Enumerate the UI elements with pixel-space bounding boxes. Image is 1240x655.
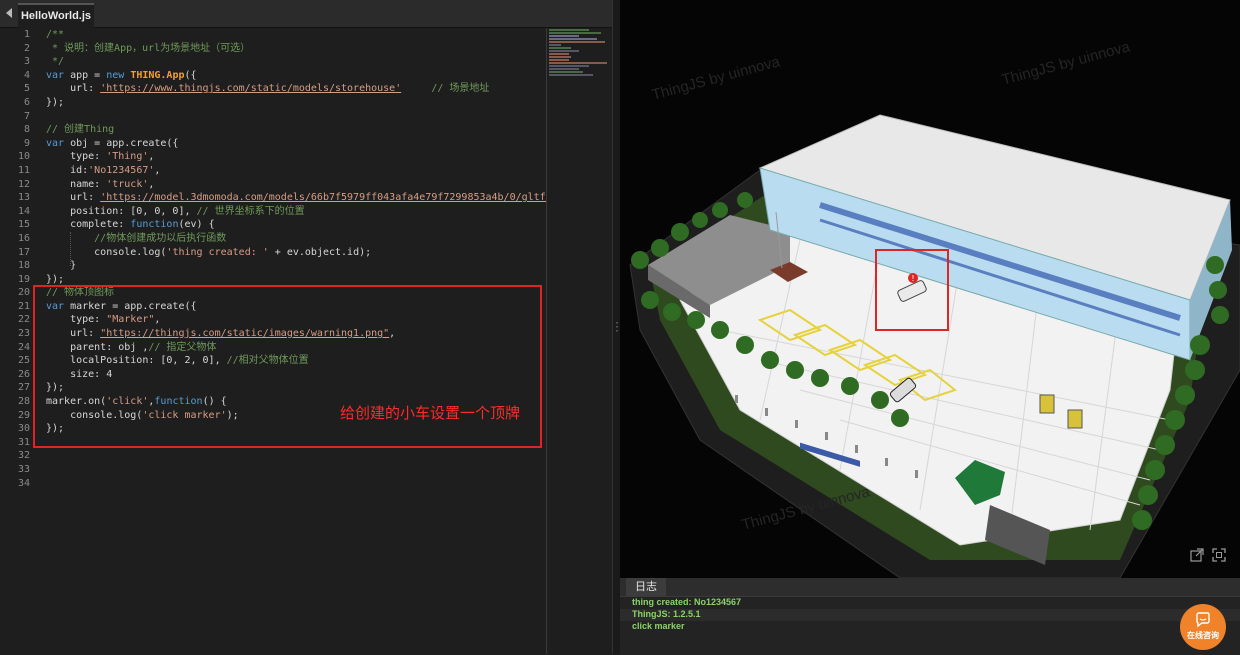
line-number: 34	[17, 477, 30, 489]
line-number: 27	[17, 382, 30, 394]
line-number: 1	[23, 29, 30, 40]
external-link-icon[interactable]	[1190, 548, 1204, 562]
code-line: }	[46, 260, 77, 272]
line-number: 12	[17, 178, 30, 190]
code-line: id:'No1234567',	[46, 164, 161, 176]
log-line: thing created: No1234567	[632, 597, 742, 607]
log-output: thing created: No1234567 ThingJS: 1.2.5.…	[620, 596, 1240, 655]
line-number: 11	[17, 164, 30, 176]
code-minimap[interactable]	[546, 28, 611, 654]
highlight-box	[33, 285, 542, 448]
code-line: url: 'https://www.thingjs.com/static/mod…	[46, 83, 490, 95]
line-number: 20	[17, 287, 30, 299]
code-line: complete: function(ev) {	[46, 219, 215, 231]
log-line: ThingJS: 1.2.5.1	[620, 609, 1240, 621]
line-number: 6	[23, 96, 30, 108]
line-number: 21	[17, 300, 30, 312]
line-number: 30	[17, 423, 30, 435]
line-number: 5	[23, 83, 30, 95]
code-line: */	[46, 56, 65, 68]
online-consult-label: 在线咨询	[1187, 631, 1219, 640]
line-number: 4	[23, 69, 30, 81]
line-number: 19	[17, 273, 30, 285]
line-number: 15	[17, 219, 30, 231]
line-number: 24	[17, 341, 30, 353]
forklift	[1039, 394, 1055, 414]
tab-log[interactable]: 日志	[626, 578, 666, 596]
code-line: console.log('thing created: ' + ev.objec…	[46, 246, 372, 258]
indent-guide	[70, 232, 71, 266]
code-line: url: 'https://model.3dmomoda.com/models/…	[46, 192, 546, 204]
log-panel: 日志 thing created: No1234567 ThingJS: 1.2…	[620, 578, 1240, 655]
code-line: name: 'truck',	[46, 178, 155, 190]
line-number: 7	[23, 110, 30, 122]
code-line: //物体创建成功以后执行函数	[46, 232, 227, 244]
code-line: });	[46, 96, 65, 108]
line-number: 28	[17, 396, 30, 408]
code-line: var obj = app.create({	[46, 137, 179, 149]
line-number: 13	[17, 192, 30, 204]
line-number: 9	[23, 137, 30, 149]
line-number: 17	[17, 246, 30, 258]
line-number: 2	[23, 42, 30, 54]
code-line: position: [0, 0, 0], // 世界坐标系下的位置	[46, 205, 305, 217]
editor-tab-bar: HelloWorld.js	[0, 0, 614, 29]
line-number: 18	[17, 260, 30, 272]
line-number: 10	[17, 151, 30, 163]
code-line: type: 'Thing',	[46, 151, 155, 163]
line-number: 33	[17, 464, 30, 475]
line-number: 8	[23, 124, 30, 136]
code-line: * 说明：创建App，url为场景地址（可选）	[46, 42, 251, 54]
selection-highlight-box	[875, 249, 949, 331]
log-line: click marker	[632, 621, 685, 631]
tab-scroll-left-icon[interactable]	[6, 8, 12, 18]
line-number: 32	[17, 450, 30, 462]
line-number: 29	[17, 409, 30, 421]
line-number-gutter: 1 2 3 4 5 6 7 8 9 10 11 12 13 14 15 16 1…	[0, 28, 36, 654]
code-line: var app = new THING.App({	[46, 69, 197, 81]
line-number: 26	[17, 368, 30, 380]
line-number: 25	[17, 355, 30, 367]
line-number: 3	[23, 56, 30, 68]
line-number: 23	[17, 328, 30, 340]
line-number: 22	[17, 314, 30, 326]
chat-bubble-icon	[1196, 612, 1210, 628]
tab-helloworld-js[interactable]: HelloWorld.js	[18, 3, 94, 29]
line-number: 16	[17, 232, 30, 244]
code-line: /**	[46, 29, 65, 40]
code-line: // 创建Thing	[46, 124, 115, 136]
online-consult-button[interactable]: 在线咨询	[1180, 604, 1226, 650]
fullscreen-icon[interactable]	[1212, 548, 1226, 562]
line-number: 14	[17, 205, 30, 217]
forklift	[1067, 409, 1083, 429]
line-number: 31	[17, 436, 30, 448]
annotation-note: 给创建的小车设置一个顶牌	[340, 404, 521, 422]
